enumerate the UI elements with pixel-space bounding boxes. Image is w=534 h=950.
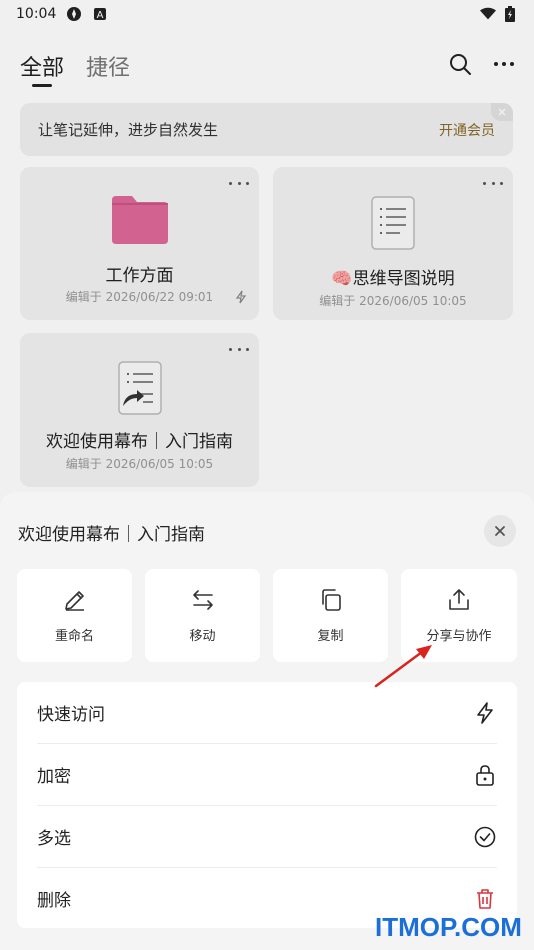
- lightning-icon: [477, 701, 493, 724]
- action-label: 移动: [189, 629, 216, 644]
- move-button[interactable]: 移动: [145, 569, 260, 662]
- quick-access-item[interactable]: 快速访问: [17, 682, 517, 743]
- copy-icon: [321, 589, 341, 611]
- list-item-label: 多选: [37, 829, 71, 849]
- rename-button[interactable]: 重命名: [17, 569, 132, 662]
- watermark: ITMOP.COM: [375, 912, 522, 942]
- check-circle-icon: [474, 826, 496, 847]
- share-icon: [449, 589, 469, 610]
- encrypt-item[interactable]: 加密: [17, 744, 517, 805]
- list-item-label: 加密: [37, 767, 71, 787]
- multi-select-item[interactable]: 多选: [17, 806, 517, 867]
- list-item-label: 删除: [37, 891, 71, 911]
- trash-icon: [477, 888, 493, 909]
- lock-icon: [476, 764, 494, 786]
- action-grid: 重命名 移动 复制 分享与协作: [17, 569, 517, 662]
- list-item-label: 快速访问: [37, 705, 105, 725]
- move-arrows-icon: [192, 590, 213, 610]
- pencil-icon: [64, 591, 84, 611]
- sheet-close-button[interactable]: [484, 515, 516, 547]
- annotation-arrow-icon: [374, 645, 432, 688]
- sheet-title: 欢迎使用幕布｜入门指南: [18, 525, 205, 545]
- action-label: 重命名: [54, 629, 94, 644]
- action-sheet: 欢迎使用幕布｜入门指南 重命名 移动 复制 分享与协作 快速访问 加密 多选 删…: [0, 492, 534, 950]
- option-list: 快速访问 加密 多选 删除: [17, 682, 517, 928]
- close-icon: [495, 526, 505, 536]
